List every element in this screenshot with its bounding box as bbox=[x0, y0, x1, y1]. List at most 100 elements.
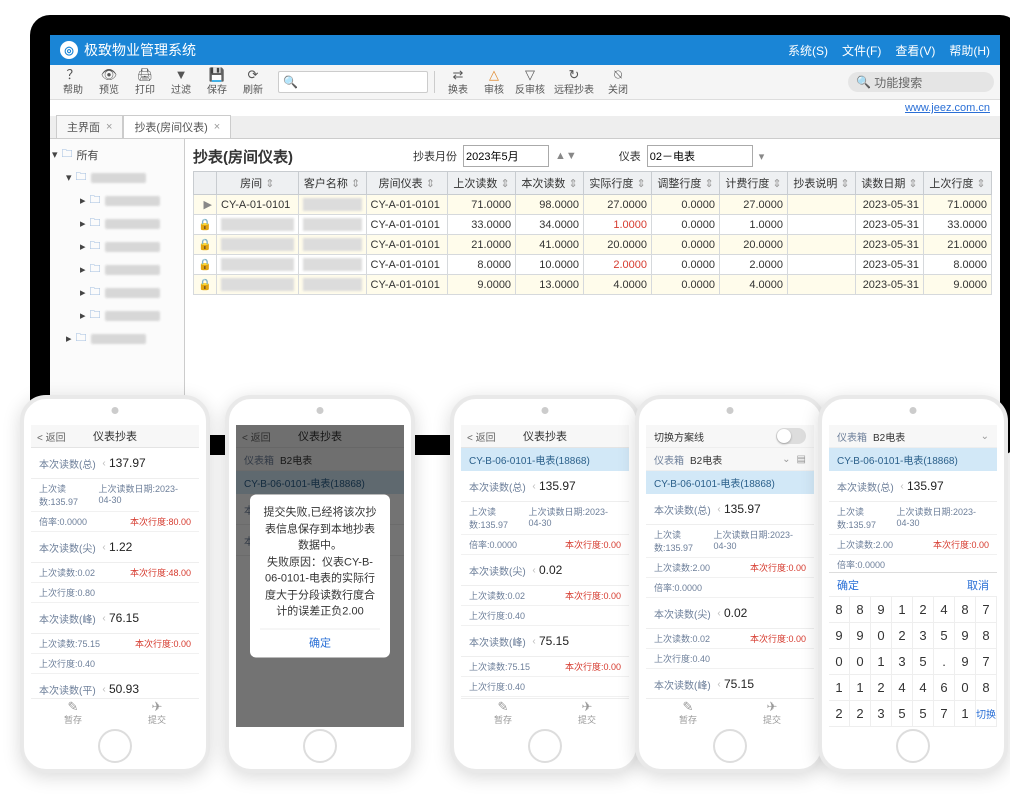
peak-reading-row[interactable]: 本次读数(峰)‹76.15 bbox=[31, 603, 199, 634]
back-button[interactable]: < 返回 bbox=[467, 429, 496, 444]
app-logo-icon: ◎ bbox=[60, 41, 78, 59]
meter-select[interactable] bbox=[647, 145, 753, 167]
remote-icon: ↻ bbox=[569, 68, 580, 81]
table-row[interactable]: 🔒 CY-A-01-0101 21.000041.000020.0000 0.0… bbox=[194, 235, 992, 255]
tree-item[interactable]: ▸🗀 bbox=[80, 304, 182, 327]
send-icon: ✈ bbox=[582, 701, 593, 713]
tree-item[interactable]: ▸🗀 bbox=[66, 327, 182, 350]
toolbar-search[interactable]: 🔍 bbox=[278, 71, 428, 93]
month-select[interactable] bbox=[463, 145, 549, 167]
tab-main[interactable]: 主界面× bbox=[56, 115, 123, 138]
scan-icon[interactable]: ▤ bbox=[797, 454, 806, 465]
kbd-ok-button[interactable]: 确定 bbox=[837, 577, 859, 593]
peak-reading-row[interactable]: 本次读数(峰)‹75.15 bbox=[646, 669, 814, 698]
column-header[interactable]: 客户名称 ⇕ bbox=[298, 172, 366, 195]
dropdown-icon[interactable]: ▾ bbox=[759, 150, 765, 163]
kbd-switch-button[interactable]: 切换 bbox=[975, 700, 997, 727]
site-link[interactable]: www.jeez.com.cn bbox=[905, 102, 990, 114]
total-reading-row[interactable]: 本次读数(总)‹135.97 bbox=[829, 471, 997, 502]
save-icon: ✎ bbox=[498, 701, 509, 713]
kbd-display-row: 00135.97 bbox=[829, 649, 997, 675]
home-button[interactable] bbox=[98, 729, 132, 763]
submit-button[interactable]: ✈提交 bbox=[545, 699, 629, 727]
home-button[interactable] bbox=[528, 729, 562, 763]
close-icon[interactable]: × bbox=[214, 121, 220, 133]
menu-file[interactable]: 文件(F) bbox=[842, 42, 881, 59]
switch-route-row[interactable]: 切换方案线 bbox=[646, 425, 814, 448]
column-header[interactable]: 抄表说明 ⇕ bbox=[788, 172, 856, 195]
menu-view[interactable]: 查看(V) bbox=[895, 42, 935, 59]
column-header[interactable]: 本次读数 ⇕ bbox=[516, 172, 584, 195]
column-header[interactable]: 实际行度 ⇕ bbox=[584, 172, 652, 195]
remote-read-button[interactable]: ↻远程抄表 bbox=[549, 67, 599, 97]
sharp-reading-row[interactable]: 本次读数(尖)‹0.02 bbox=[646, 598, 814, 629]
flat-reading-row[interactable]: 本次读数(平)‹50.93 bbox=[31, 674, 199, 698]
print-button[interactable]: 🖨打印 bbox=[128, 67, 162, 97]
month-label: 抄表月份 bbox=[413, 148, 457, 164]
tab-bar: 主界面× 抄表(房间仪表)× bbox=[50, 116, 1000, 139]
refresh-button[interactable]: ⟳刷新 bbox=[236, 67, 270, 97]
total-reading-row[interactable]: 本次读数(总)‹135.97 bbox=[646, 494, 814, 525]
help-button[interactable]: ？帮助 bbox=[56, 67, 90, 97]
total-reading-row[interactable]: 本次读数(总)‹137.97 bbox=[31, 448, 199, 479]
column-header[interactable]: 房间仪表 ⇕ bbox=[366, 172, 448, 195]
close-button[interactable]: ⍉关闭 bbox=[601, 67, 635, 97]
peak-reading-row[interactable]: 本次读数(峰)‹75.15 bbox=[461, 626, 629, 657]
tree-item[interactable]: ▸🗀 bbox=[80, 235, 182, 258]
column-header[interactable]: 调整行度 ⇕ bbox=[652, 172, 720, 195]
menu-system[interactable]: 系统(S) bbox=[788, 42, 828, 59]
filter-button[interactable]: ▼过滤 bbox=[164, 67, 198, 97]
folder-icon: 🗀 bbox=[90, 237, 101, 256]
sharp-reading-row[interactable]: 本次读数(尖)‹0.02 bbox=[461, 555, 629, 586]
function-search[interactable]: 🔍 功能搜索 bbox=[848, 72, 994, 92]
sharp-reading-row[interactable]: 本次读数(尖)‹1.22 bbox=[31, 532, 199, 563]
close-icon[interactable]: × bbox=[106, 121, 112, 133]
kbd-cancel-button[interactable]: 取消 bbox=[967, 577, 989, 593]
audit-button[interactable]: △审核 bbox=[477, 67, 511, 97]
column-header[interactable]: 上次行度 ⇕ bbox=[923, 172, 991, 195]
column-header[interactable]: 上次读数 ⇕ bbox=[448, 172, 516, 195]
temp-save-button[interactable]: ✎暂存 bbox=[646, 699, 730, 727]
table-row[interactable]: 🔒 CY-A-01-0101 9.000013.00004.0000 0.000… bbox=[194, 275, 992, 295]
home-button[interactable] bbox=[896, 729, 930, 763]
unaudit-button[interactable]: ▽反审核 bbox=[513, 67, 547, 97]
main-menu: 系统(S) 文件(F) 查看(V) 帮助(H) bbox=[788, 42, 990, 59]
nav-tree[interactable]: ▾🗀所有 ▾🗀 ▸🗀 ▸🗀 ▸🗀 ▸🗀 ▸🗀 ▸🗀 ▸🗀 bbox=[50, 139, 185, 429]
tree-root[interactable]: ▾🗀所有 bbox=[52, 143, 182, 166]
preview-button[interactable]: 👁预览 bbox=[92, 67, 126, 97]
table-row[interactable]: 🔒 CY-A-01-0101 8.000010.00002.0000 0.000… bbox=[194, 255, 992, 275]
back-button[interactable]: < 返回 bbox=[37, 429, 66, 444]
table-row[interactable]: 🔒 CY-A-01-0101 33.000034.00001.0000 0.00… bbox=[194, 215, 992, 235]
home-button[interactable] bbox=[713, 729, 747, 763]
folder-icon: 🗀 bbox=[90, 306, 101, 325]
home-button[interactable] bbox=[303, 729, 337, 763]
toggle-switch[interactable] bbox=[776, 428, 806, 444]
tab-meter-reading[interactable]: 抄表(房间仪表)× bbox=[123, 115, 231, 138]
phone-3: < 返回仪表抄表 CY-B-06-0101-电表(18868) 本次读数(总)‹… bbox=[450, 395, 640, 773]
total-reading-row[interactable]: 本次读数(总)‹135.97 bbox=[461, 471, 629, 502]
table-row[interactable]: ▶ CY-A-01-0101 CY-A-01-0101 71.000098.00… bbox=[194, 195, 992, 215]
meter-box-row[interactable]: 仪表箱B2电表⌄▤ bbox=[646, 448, 814, 471]
menu-help[interactable]: 帮助(H) bbox=[949, 42, 990, 59]
temp-save-button[interactable]: ✎暂存 bbox=[31, 699, 115, 727]
month-spinner[interactable]: ▲▼ bbox=[555, 150, 577, 162]
toolbar: ？帮助 👁预览 🖨打印 ▼过滤 💾保存 ⟳刷新 🔍 ⇄换表 △审核 ▽反审核 ↻… bbox=[50, 65, 1000, 100]
phone-1: < 返回仪表抄表 本次读数(总)‹137.97 上次读数:135.97上次读数日… bbox=[20, 395, 210, 773]
tree-item[interactable]: ▸🗀 bbox=[80, 281, 182, 304]
tree-item[interactable]: ▸🗀 bbox=[80, 258, 182, 281]
temp-save-button[interactable]: ✎暂存 bbox=[461, 699, 545, 727]
tree-item[interactable]: ▸🗀 bbox=[80, 212, 182, 235]
tree-item[interactable]: ▾🗀 bbox=[66, 166, 182, 189]
column-header[interactable]: 计费行度 ⇕ bbox=[720, 172, 788, 195]
modal-ok-button[interactable]: 确定 bbox=[260, 628, 380, 658]
column-header[interactable]: 房间 ⇕ bbox=[217, 172, 299, 195]
data-grid[interactable]: 房间 ⇕客户名称 ⇕房间仪表 ⇕上次读数 ⇕本次读数 ⇕实际行度 ⇕调整行度 ⇕… bbox=[193, 171, 992, 295]
meter-box-row[interactable]: 仪表箱B2电表⌄ bbox=[829, 425, 997, 448]
submit-button[interactable]: ✈提交 bbox=[115, 699, 199, 727]
switch-meter-button[interactable]: ⇄换表 bbox=[441, 67, 475, 97]
column-header[interactable]: 读数日期 ⇕ bbox=[855, 172, 923, 195]
folder-icon: 🗀 bbox=[90, 283, 101, 302]
save-button[interactable]: 💾保存 bbox=[200, 67, 234, 97]
tree-item[interactable]: ▸🗀 bbox=[80, 189, 182, 212]
submit-button[interactable]: ✈提交 bbox=[730, 699, 814, 727]
